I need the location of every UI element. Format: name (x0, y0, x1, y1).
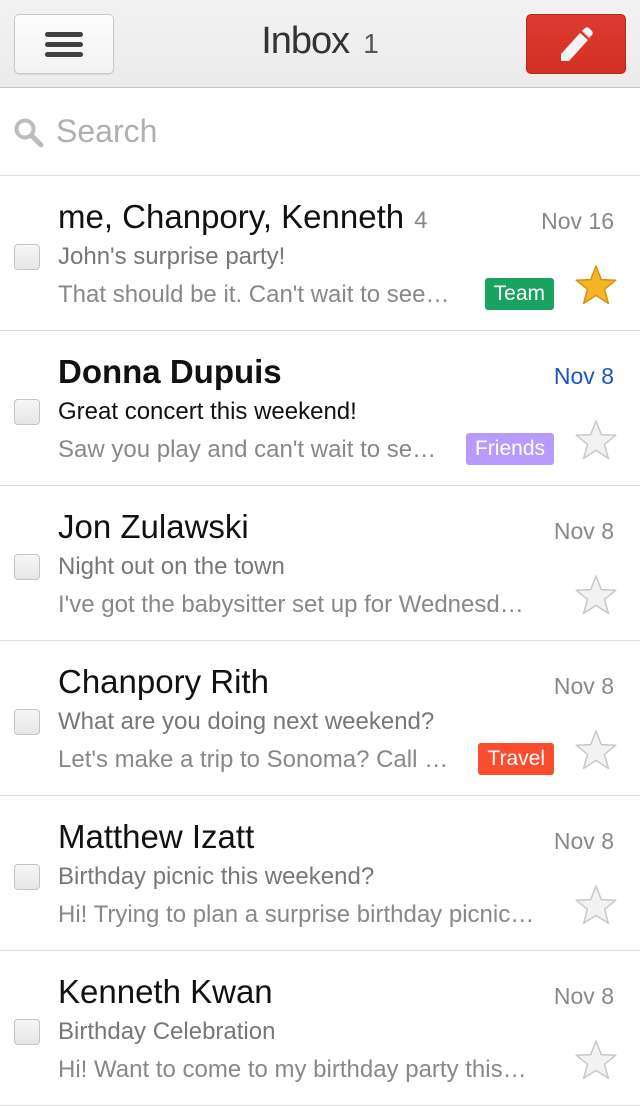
select-checkbox[interactable] (14, 864, 40, 890)
email-list: me, Chanpory, Kenneth 4 Nov 16 John's sur… (0, 176, 640, 1106)
email-subject: John's surprise party! (58, 243, 286, 270)
sender-name: Jon Zulawski (58, 508, 249, 545)
email-snippet: Saw you play and can't wait to se… (58, 436, 437, 463)
sender-line: me, Chanpory, Kenneth 4 (58, 198, 427, 236)
email-subject: What are you doing next weekend? (58, 708, 435, 735)
sender-name: Donna Dupuis (58, 353, 282, 390)
sender-name: me, Chanpory, Kenneth (58, 198, 405, 235)
email-row[interactable]: Jon Zulawski Nov 8 Night out on the town… (0, 486, 640, 641)
star-icon[interactable] (574, 419, 618, 461)
thread-count: 4 (414, 207, 428, 234)
email-subject: Birthday Celebration (58, 1018, 276, 1045)
email-snippet: That should be it. Can't wait to see… (58, 281, 450, 308)
email-snippet: Let's make a trip to Sonoma? Call … (58, 746, 449, 773)
email-date: Nov 8 (553, 363, 614, 389)
sender-line: Chanpory Rith (58, 663, 269, 701)
select-checkbox[interactable] (14, 1019, 40, 1045)
label-badge: Team (484, 278, 554, 310)
email-row[interactable]: Chanpory Rith Nov 8 What are you doing n… (0, 641, 640, 796)
email-subject: Birthday picnic this weekend? (58, 863, 375, 890)
top-bar: Inbox 1 (0, 0, 640, 88)
email-snippet: Hi! Want to come to my birthday party th… (58, 1056, 527, 1083)
email-snippet: I've got the babysitter set up for Wedne… (58, 591, 524, 618)
sender-line: Donna Dupuis (58, 353, 282, 391)
search-bar (0, 88, 640, 176)
sender-line: Matthew Izatt (58, 818, 254, 856)
unread-count: 1 (363, 28, 379, 59)
email-date: Nov 8 (553, 518, 614, 544)
email-date: Nov 8 (553, 673, 614, 699)
select-checkbox[interactable] (14, 399, 40, 425)
email-snippet: Hi! Trying to plan a surprise birthday p… (58, 901, 535, 928)
star-icon[interactable] (574, 1039, 618, 1081)
email-row[interactable]: Kenneth Kwan Nov 8 Birthday Celebration … (0, 951, 640, 1106)
star-icon[interactable] (574, 729, 618, 771)
email-date: Nov 8 (553, 828, 614, 854)
email-row[interactable]: Matthew Izatt Nov 8 Birthday picnic this… (0, 796, 640, 951)
pencil-icon (561, 27, 593, 61)
search-input[interactable] (56, 108, 616, 154)
email-row[interactable]: me, Chanpory, Kenneth 4 Nov 16 John's sur… (0, 176, 640, 331)
star-icon[interactable] (574, 884, 618, 926)
sender-name: Kenneth Kwan (58, 973, 273, 1010)
select-checkbox[interactable] (14, 244, 40, 270)
email-subject: Great concert this weekend! (58, 398, 357, 425)
compose-button[interactable] (526, 14, 626, 74)
label-badge: Friends (465, 433, 554, 465)
title-text: Inbox (261, 20, 350, 62)
sender-name: Matthew Izatt (58, 818, 255, 855)
label-badge: Travel (478, 743, 554, 775)
email-subject: Night out on the town (58, 553, 285, 580)
email-date: Nov 16 (541, 208, 614, 234)
sender-line: Kenneth Kwan (58, 973, 273, 1011)
email-date: Nov 8 (553, 983, 614, 1009)
sender-line: Jon Zulawski (58, 508, 249, 546)
select-checkbox[interactable] (14, 554, 40, 580)
star-icon[interactable] (574, 264, 618, 306)
sender-name: Chanpory Rith (58, 663, 269, 700)
select-checkbox[interactable] (14, 709, 40, 735)
star-icon[interactable] (574, 574, 618, 616)
search-icon (14, 118, 44, 148)
email-row[interactable]: Donna Dupuis Nov 8 Great concert this we… (0, 331, 640, 486)
